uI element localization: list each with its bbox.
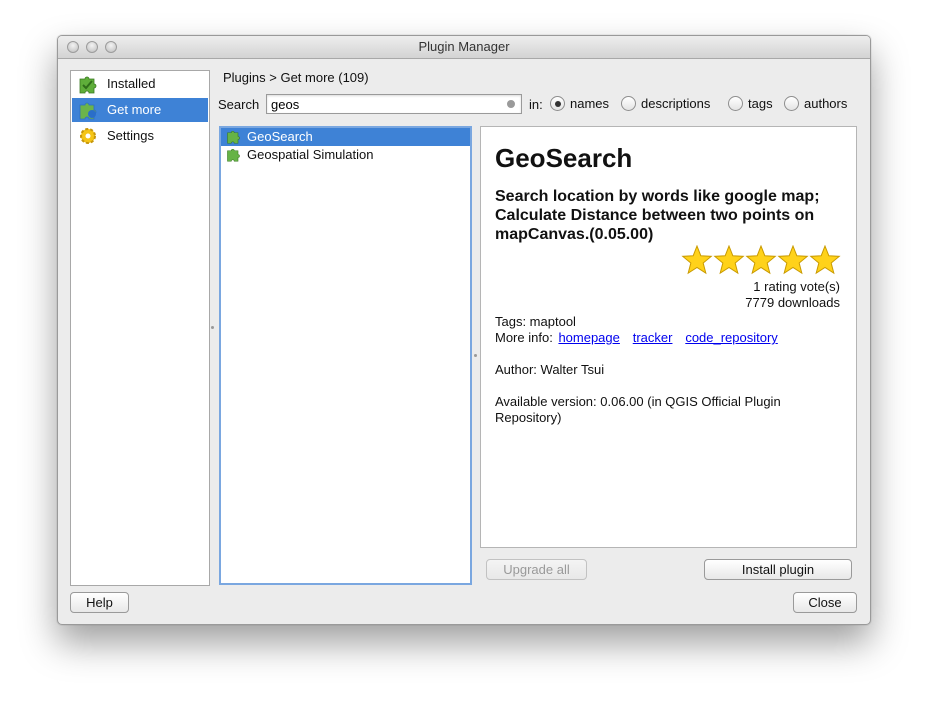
close-window-icon[interactable]: [67, 41, 79, 53]
sidebar-item-label: Settings: [107, 128, 154, 143]
radio-label: tags: [748, 96, 773, 111]
zoom-window-icon[interactable]: [105, 41, 117, 53]
title-bar[interactable]: Plugin Manager: [58, 36, 870, 59]
puzzle-icon: [227, 149, 240, 162]
star-icon: [745, 245, 777, 275]
plugin-list[interactable]: GeoSearch Geospatial Simulation: [219, 126, 472, 585]
puzzle-blue-icon: [79, 102, 97, 120]
more-info: More info: homepage tracker code_reposit…: [495, 330, 778, 345]
plugin-title: GeoSearch: [495, 143, 633, 173]
tracker-link[interactable]: tracker: [633, 330, 673, 345]
star-icon: [809, 245, 841, 275]
radio-label: descriptions: [641, 96, 711, 111]
radio-label: authors: [804, 96, 848, 111]
plugin-name: GeoSearch: [247, 129, 313, 144]
search-in-label: in:: [529, 97, 543, 112]
puzzle-icon: [227, 131, 240, 144]
plugin-description: Search location by words like google map…: [495, 188, 820, 243]
sidebar-item-label: Get more: [107, 102, 162, 117]
sidebar-item-settings[interactable]: Settings: [72, 124, 208, 148]
available-version: Available version: 0.06.00 (in QGIS Offi…: [495, 394, 781, 425]
radio-tags[interactable]: tags: [728, 96, 773, 111]
splitter-handle[interactable]: [211, 326, 214, 329]
plugin-author: Author: Walter Tsui: [495, 362, 605, 377]
radio-indicator[interactable]: [784, 96, 799, 111]
list-item-geospatial-simulation[interactable]: Geospatial Simulation: [221, 146, 470, 164]
clear-search-icon[interactable]: [507, 100, 515, 108]
search-input[interactable]: [267, 95, 495, 113]
star-icon: [681, 245, 713, 275]
radio-descriptions[interactable]: descriptions: [621, 96, 710, 111]
gear-icon: [80, 128, 96, 144]
radio-authors[interactable]: authors: [784, 96, 847, 111]
radio-indicator[interactable]: [728, 96, 743, 111]
sidebar-item-get-more[interactable]: Get more: [72, 98, 208, 122]
download-count: 7779 downloads: [745, 295, 840, 310]
star-icon: [713, 245, 745, 275]
radio-indicator[interactable]: [621, 96, 636, 111]
window-title: Plugin Manager: [418, 39, 510, 54]
rating-votes: 1 rating vote(s): [753, 279, 840, 294]
help-button[interactable]: Help: [70, 592, 129, 613]
puzzle-check-icon: [79, 76, 97, 94]
minimize-window-icon[interactable]: [86, 41, 98, 53]
sidebar-item-label: Installed: [107, 76, 156, 91]
homepage-link[interactable]: homepage: [558, 330, 619, 345]
sidebar: Installed Get more Settings: [70, 70, 210, 586]
upgrade-all-button[interactable]: Upgrade all: [486, 559, 587, 580]
rating-stars: [681, 245, 841, 275]
code-repository-link[interactable]: code_repository: [685, 330, 778, 345]
star-icon: [777, 245, 809, 275]
radio-names[interactable]: names: [550, 96, 609, 111]
list-item-geosearch[interactable]: GeoSearch: [221, 128, 470, 146]
radio-label: names: [570, 96, 610, 111]
radio-indicator[interactable]: [550, 96, 565, 111]
plugin-tags: Tags: maptool: [495, 314, 576, 329]
close-button[interactable]: Close: [793, 592, 857, 613]
rating-info: 1 rating vote(s) 7779 downloads: [745, 279, 840, 311]
splitter-handle[interactable]: [474, 354, 477, 357]
plugin-name: Geospatial Simulation: [247, 147, 374, 162]
sidebar-item-installed[interactable]: Installed: [72, 72, 208, 96]
search-label: Search: [218, 97, 260, 112]
search-field[interactable]: [266, 94, 522, 114]
breadcrumb: Plugins > Get more (109): [223, 70, 369, 85]
more-info-label: More info:: [495, 330, 553, 345]
install-plugin-button[interactable]: Install plugin: [704, 559, 852, 580]
plugin-manager-window: Plugin Manager Installed Get more Settin…: [57, 35, 871, 625]
plugin-details: GeoSearch Search location by words like …: [480, 126, 857, 548]
